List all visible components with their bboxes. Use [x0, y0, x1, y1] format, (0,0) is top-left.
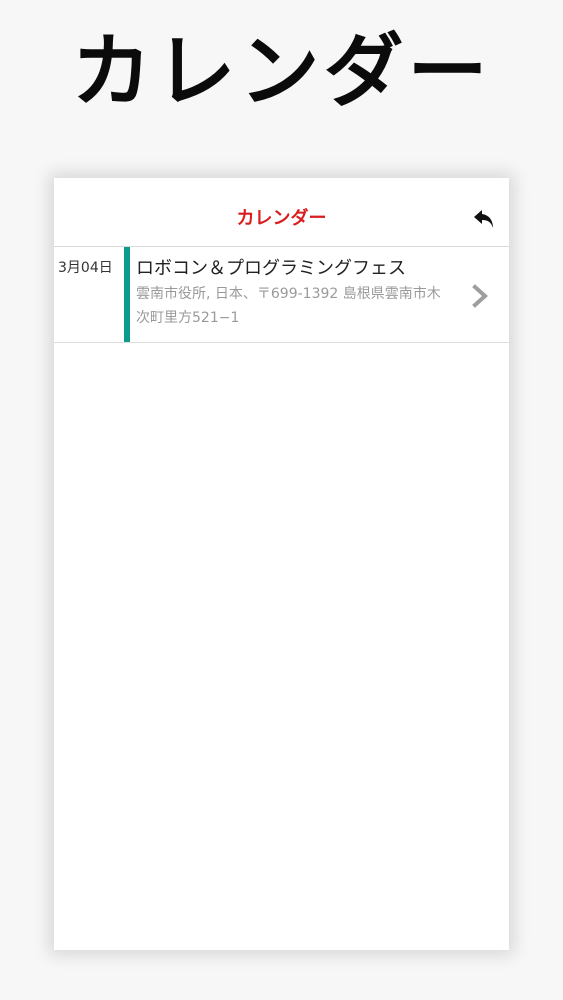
back-button[interactable]: [472, 206, 498, 232]
undo-arrow-icon: [474, 210, 493, 228]
event-list-item[interactable]: 3月04日 ロボコン＆プログラミングフェス 雲南市役所, 日本、〒699-139…: [54, 247, 509, 343]
event-location: 雲南市役所, 日本、〒699-1392 島根県雲南市木次町里方521−1: [136, 286, 441, 326]
phone-screen: カレンダー 3月04日 ロボコン＆プログラミングフェス 雲南市役所, 日本、〒6…: [54, 178, 509, 950]
hero-title: カレンダー: [71, 25, 492, 118]
event-date: 3月04日: [58, 260, 113, 276]
event-color-bar: [124, 247, 130, 342]
event-title: ロボコン＆プログラミングフェス: [136, 258, 406, 279]
screenshot-page: カレンダー カレンダー 3月04日 ロボコン＆プログラミングフェス 雲南市役所,…: [0, 0, 563, 1000]
chevron-right-icon[interactable]: [470, 283, 490, 309]
navigation-bar: カレンダー: [54, 178, 509, 247]
